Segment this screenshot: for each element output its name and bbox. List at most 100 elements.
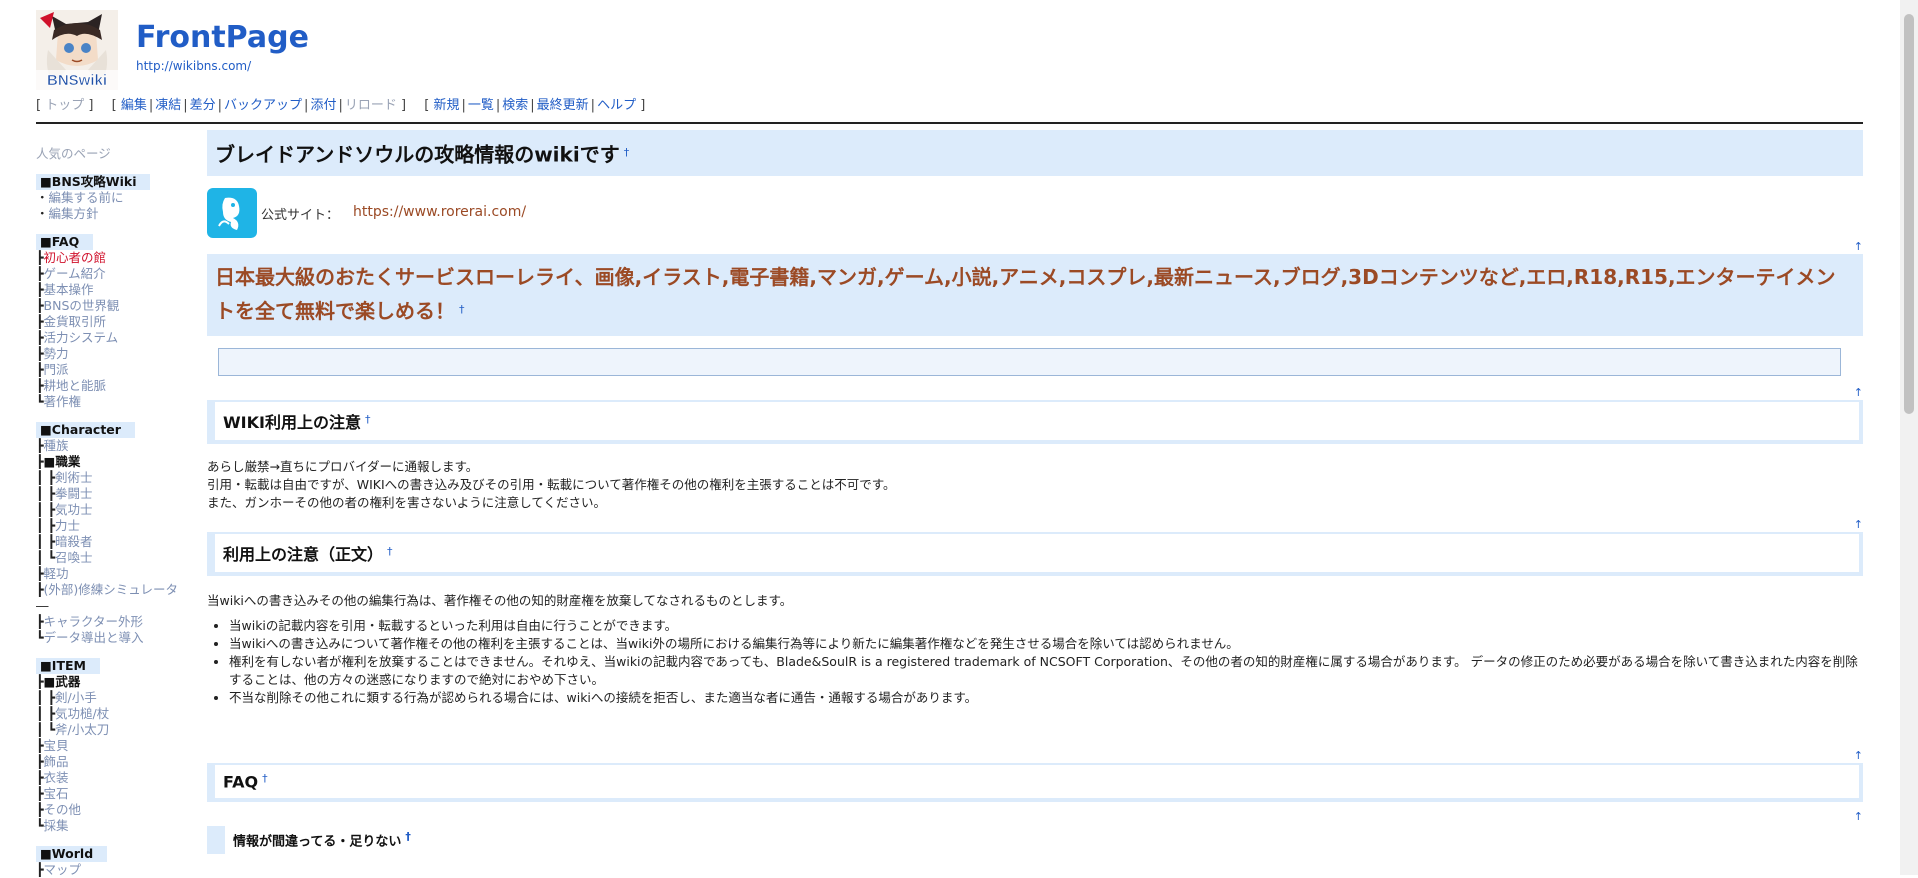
sidebar-item[interactable]: ┃ ┗斧/小太刀	[36, 722, 206, 738]
sidebar-item[interactable]: ┃ ┣拳闘士	[36, 486, 206, 502]
sidebar-item[interactable]: ―	[36, 598, 206, 614]
page-title[interactable]: FrontPage	[136, 20, 309, 55]
sidebar-popular-link[interactable]: 人気のページ	[36, 146, 206, 162]
sidebar-item-label[interactable]: 剣/小手	[55, 690, 97, 705]
sidebar-item-label[interactable]: 衣装	[44, 770, 69, 785]
sidebar-item-label[interactable]: 斧/小太刀	[55, 722, 109, 737]
nav-link-1[interactable]: 凍結	[155, 98, 181, 113]
sidebar-item[interactable]: ┃ ┣力士	[36, 518, 206, 534]
sidebar-item[interactable]: ┣門派	[36, 362, 206, 378]
sidebar-item[interactable]: ┣ゲーム紹介	[36, 266, 206, 282]
sidebar-item-label[interactable]: 初心者の館	[44, 250, 107, 265]
sidebar-item[interactable]: ┃ ┣剣/小手	[36, 690, 206, 706]
sidebar-item-label[interactable]: 編集する前に	[49, 190, 124, 205]
sidebar-item-label[interactable]: 編集方針	[49, 206, 99, 221]
main-heading-anchor[interactable]: †	[624, 146, 630, 159]
sidebar-item-label[interactable]: 門派	[44, 362, 69, 377]
sidebar-item-label[interactable]: キャラクター外形	[44, 614, 144, 629]
header-divider	[36, 122, 1863, 124]
sidebar-item-label[interactable]: 気功槌/杖	[55, 706, 109, 721]
section-anchor[interactable]: †	[365, 413, 371, 426]
nav-link-3[interactable]: 最終更新	[537, 98, 589, 113]
official-site-link[interactable]: https://www.rorerai.com/	[353, 204, 526, 220]
sidebar-item-label[interactable]: 耕地と能脈	[44, 378, 107, 393]
sidebar-item[interactable]: ┣初心者の館	[36, 250, 206, 266]
sidebar-item[interactable]: ┣軽功	[36, 566, 206, 582]
sidebar-item-label[interactable]: 金貨取引所	[44, 314, 107, 329]
sidebar-item-label[interactable]: 飾品	[44, 754, 69, 769]
sidebar-item[interactable]: ┣衣装	[36, 770, 206, 786]
sidebar-item[interactable]: ┣BNSの世界観	[36, 298, 206, 314]
site-url-link[interactable]: http://wikibns.com/	[136, 59, 251, 73]
nav-link-3[interactable]: バックアップ	[224, 98, 302, 113]
sidebar-item[interactable]: ┃ ┣気功槌/杖	[36, 706, 206, 722]
sidebar-item[interactable]: ┗データ導出と導入	[36, 630, 206, 646]
sidebar-item-label[interactable]: 暗殺者	[55, 534, 93, 549]
sidebar-item[interactable]: ┣宝貝	[36, 738, 206, 754]
sidebar-item-label[interactable]: その他	[44, 802, 82, 817]
sidebar-item-label[interactable]: 召喚士	[55, 550, 93, 565]
sidebar-item[interactable]: ┣宝石	[36, 786, 206, 802]
sidebar-item-label[interactable]: BNSの世界観	[44, 298, 120, 313]
sidebar-item-label[interactable]: 気功士	[55, 502, 93, 517]
sidebar-item-label[interactable]: 基本操作	[44, 282, 94, 297]
sidebar-item[interactable]: ┣種族	[36, 438, 206, 454]
sidebar-item-label[interactable]: 宝貝	[44, 738, 69, 753]
nav-link-2[interactable]: 差分	[190, 98, 216, 113]
sidebar-item-label[interactable]: 活力システム	[44, 330, 119, 345]
back-to-top-link[interactable]: ↑	[1854, 518, 1863, 531]
sidebar-item[interactable]: ・編集方針	[36, 206, 206, 222]
nav-link-0[interactable]: トップ	[45, 98, 84, 113]
sidebar-item-label[interactable]: 剣術士	[55, 470, 93, 485]
sidebar-item[interactable]: ┣勢力	[36, 346, 206, 362]
sidebar-item-label[interactable]: 軽功	[44, 566, 69, 581]
sidebar-item[interactable]: ┃ ┣気功士	[36, 502, 206, 518]
sidebar-item-label[interactable]: (外部)修練シミュレータ	[44, 582, 179, 597]
sidebar-item-label[interactable]: 採集	[44, 818, 69, 833]
sidebar-item-label[interactable]: 勢力	[44, 346, 69, 361]
section-anchor[interactable]: †	[262, 772, 268, 785]
nav-link-2[interactable]: 検索	[502, 98, 528, 113]
vertical-scrollbar[interactable]	[1900, 0, 1918, 875]
scrollbar-thumb[interactable]	[1904, 14, 1914, 414]
sidebar-item[interactable]: ┣その他	[36, 802, 206, 818]
nav-link-4[interactable]: ヘルプ	[597, 98, 636, 113]
sidebar-item-label[interactable]: 拳闘士	[55, 486, 93, 501]
nav-link-5[interactable]: リロード	[345, 98, 397, 113]
sidebar-item[interactable]: ┣マップ	[36, 862, 206, 878]
sidebar-item[interactable]: ┣飾品	[36, 754, 206, 770]
sidebar-item[interactable]: ・編集する前に	[36, 190, 206, 206]
back-to-top-link[interactable]: ↑	[1854, 240, 1863, 253]
sidebar-item[interactable]: ┣活力システム	[36, 330, 206, 346]
nav-link-0[interactable]: 新規	[433, 98, 459, 113]
nav-link-1[interactable]: 一覧	[468, 98, 494, 113]
sidebar-item[interactable]: ┗採集	[36, 818, 206, 834]
sidebar-item-label[interactable]: 種族	[44, 438, 69, 453]
sidebar-item-label[interactable]: 宝石	[44, 786, 69, 801]
back-to-top-link[interactable]: ↑	[1854, 386, 1863, 399]
sidebar-item[interactable]: ┣■武器	[36, 674, 206, 690]
sidebar-item[interactable]: ┗著作権	[36, 394, 206, 410]
sidebar-item-label[interactable]: 著作権	[44, 394, 82, 409]
sidebar-item[interactable]: ┣(外部)修練シミュレータ	[36, 582, 206, 598]
sidebar-item[interactable]: ┣金貨取引所	[36, 314, 206, 330]
sidebar-item[interactable]: ┃ ┣剣術士	[36, 470, 206, 486]
sidebar-item[interactable]: ┣耕地と能脈	[36, 378, 206, 394]
site-logo[interactable]: BNSwiki	[36, 10, 118, 90]
sidebar-item[interactable]: ┣キャラクター外形	[36, 614, 206, 630]
sidebar-item-label[interactable]: データ導出と導入	[44, 630, 144, 645]
section-anchor[interactable]: †	[405, 830, 411, 843]
sidebar-item[interactable]: ┃ ┣暗殺者	[36, 534, 206, 550]
section-anchor[interactable]: †	[387, 545, 393, 558]
sidebar-item-label[interactable]: 力士	[55, 518, 80, 533]
sidebar-item[interactable]: ┣■職業	[36, 454, 206, 470]
promo-heading-anchor[interactable]: †	[459, 303, 465, 316]
nav-link-0[interactable]: 編集	[121, 98, 147, 113]
sidebar-item[interactable]: ┣基本操作	[36, 282, 206, 298]
back-to-top-link[interactable]: ↑	[1854, 749, 1863, 762]
official-site-icon[interactable]	[207, 188, 257, 238]
sidebar-item[interactable]: ┃ ┗召喚士	[36, 550, 206, 566]
sidebar-item-label[interactable]: ゲーム紹介	[44, 266, 106, 281]
back-to-top-link[interactable]: ↑	[1854, 810, 1863, 823]
nav-link-4[interactable]: 添付	[310, 98, 336, 113]
